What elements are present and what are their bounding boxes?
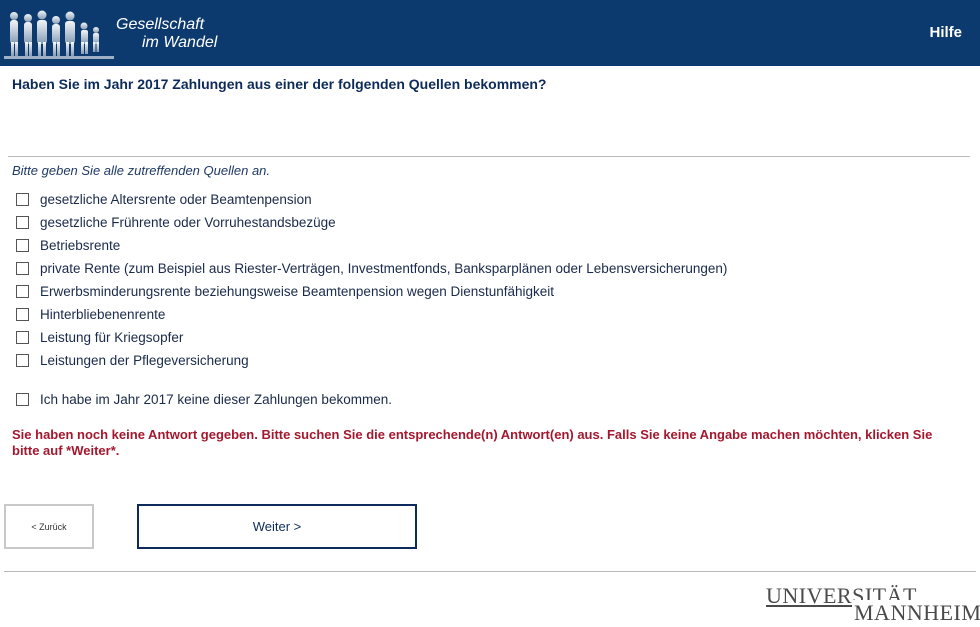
option-label: gesetzliche Frührente oder Vorruhestands… (40, 215, 336, 230)
options-list: gesetzliche Altersrente oder Beamtenpens… (16, 188, 727, 372)
checkbox[interactable] (16, 308, 29, 321)
logo-line-2: im Wandel (142, 34, 218, 51)
divider (8, 156, 970, 157)
option-private-rente[interactable]: private Rente (zum Beispiel aus Riester-… (16, 257, 727, 280)
logo-line-1: Gesellschaft (116, 16, 205, 33)
error-message: Sie haben noch keine Antwort gegeben. Bi… (12, 427, 933, 458)
checkbox[interactable] (16, 354, 29, 367)
question-title: Haben Sie im Jahr 2017 Zahlungen aus ein… (12, 76, 547, 92)
option-label: Hinterbliebenenrente (40, 307, 166, 322)
back-button[interactable]: < Zurück (4, 504, 94, 549)
option-none[interactable]: Ich habe im Jahr 2017 keine dieser Zahlu… (16, 388, 392, 411)
option-fruehrente[interactable]: gesetzliche Frührente oder Vorruhestands… (16, 211, 727, 234)
checkbox[interactable] (16, 285, 29, 298)
option-label: Leistung für Kriegsopfer (40, 330, 184, 345)
university-mannheim-logo: UNIVERSITÄT MANNHEIM (764, 583, 980, 626)
university-logo-line-2: MANNHEIM (852, 600, 980, 626)
option-label: Ich habe im Jahr 2017 keine dieser Zahlu… (40, 392, 392, 407)
checkbox[interactable] (16, 216, 29, 229)
checkbox[interactable] (16, 331, 29, 344)
checkbox[interactable] (16, 262, 29, 275)
option-hinterbliebenenrente[interactable]: Hinterbliebenenrente (16, 303, 727, 326)
people-silhouette-icon (4, 10, 114, 59)
option-erwerbsminderungsrente[interactable]: Erwerbsminderungsrente beziehungsweise B… (16, 280, 727, 303)
option-altersrente[interactable]: gesetzliche Altersrente oder Beamtenpens… (16, 188, 727, 211)
option-label: Leistungen der Pflegeversicherung (40, 353, 249, 368)
next-button[interactable]: Weiter > (137, 504, 417, 549)
option-kriegsopfer[interactable]: Leistung für Kriegsopfer (16, 326, 727, 349)
help-link[interactable]: Hilfe (929, 24, 962, 41)
question-instruction: Bitte geben Sie alle zutreffenden Quelle… (12, 163, 271, 178)
option-label: Erwerbsminderungsrente beziehungsweise B… (40, 284, 555, 299)
divider (4, 571, 976, 572)
option-label: gesetzliche Altersrente oder Beamtenpens… (40, 192, 312, 207)
checkbox[interactable] (16, 393, 29, 406)
option-pflegeversicherung[interactable]: Leistungen der Pflegeversicherung (16, 349, 727, 372)
option-label: Betriebsrente (40, 238, 121, 253)
checkbox[interactable] (16, 239, 29, 252)
gesellschaft-im-wandel-logo[interactable]: Gesellschaft im Wandel (4, 4, 244, 62)
header-bar: Gesellschaft im Wandel Hilfe (0, 0, 980, 66)
logo-text: Gesellschaft im Wandel (116, 16, 217, 52)
option-betriebsrente[interactable]: Betriebsrente (16, 234, 727, 257)
checkbox[interactable] (16, 193, 29, 206)
option-label: private Rente (zum Beispiel aus Riester-… (40, 261, 728, 276)
